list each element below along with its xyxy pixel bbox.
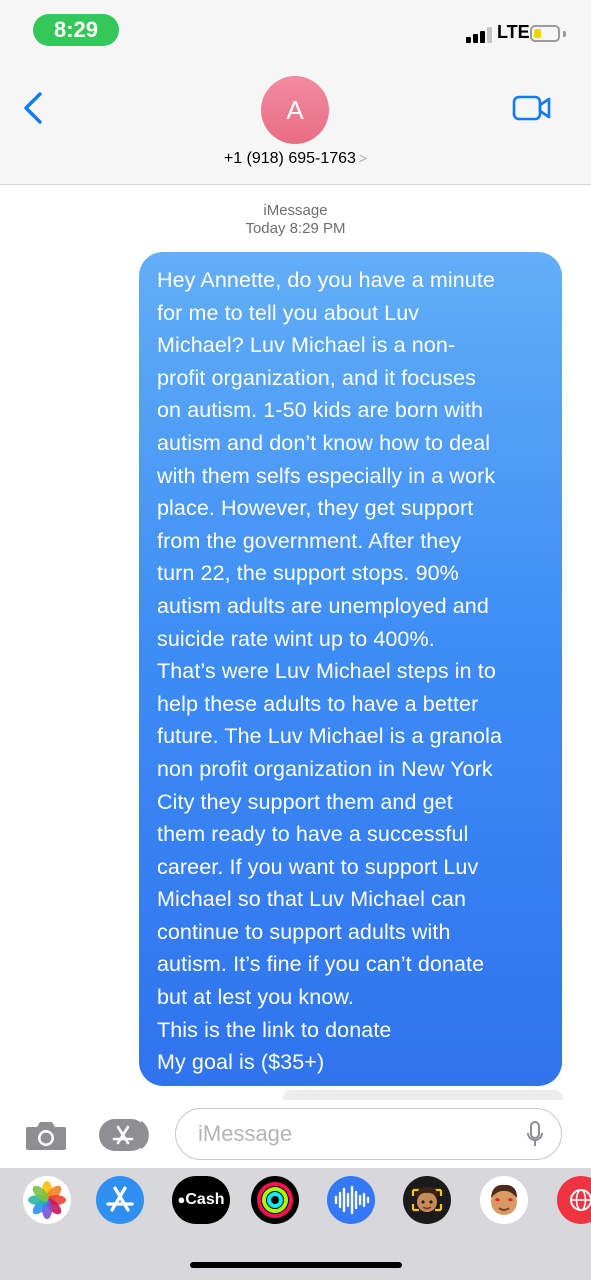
contact-number: +1 (918) 695-1763 [223, 150, 356, 167]
network-type: LTE [497, 22, 530, 42]
message-line: non profit organization in New York [157, 756, 493, 781]
message-line: suicide rate wint up to 400%. [157, 626, 435, 651]
message-line: City they support them and get [157, 789, 453, 814]
message-line: Michael? Luv Michael is a non- [157, 333, 456, 358]
activity-icon[interactable] [251, 1176, 299, 1224]
message-line: My goal is ($35+) [157, 1050, 325, 1075]
home-indicator[interactable] [190, 1262, 402, 1268]
camera-icon [26, 1122, 66, 1150]
message-line: continue to support adults with [157, 919, 451, 944]
web-icon[interactable] [557, 1176, 591, 1224]
contact-avatar[interactable]: A [261, 76, 329, 144]
message-line: Hey Annette, do you have a minute [157, 268, 495, 292]
message-line: on autism. 1-50 kids are born with [157, 398, 484, 423]
message-line: them ready to have a successful [157, 822, 469, 847]
message-line: profit organization, and it focuses [157, 365, 477, 390]
message-line: autism adults are unemployed and [157, 593, 489, 618]
message-line: place. However, they get support [157, 496, 474, 521]
photos-icon[interactable] [23, 1176, 71, 1224]
memoji-icon[interactable] [403, 1176, 451, 1224]
microphone-icon[interactable] [525, 1120, 545, 1150]
battery-icon [530, 25, 560, 42]
facetime-video-button[interactable] [512, 95, 552, 121]
message-line: with them selfs especially in a work [157, 463, 496, 488]
message-input[interactable]: iMessage [175, 1108, 562, 1160]
chevron-left-icon [24, 92, 42, 124]
message-line: That’s were Luv Michael steps in to [157, 659, 496, 684]
apple-cash-icon[interactable]: ●Cash [172, 1176, 230, 1224]
next-message-peek [283, 1090, 563, 1100]
message-line: autism. It’s fine if you can’t donate [157, 952, 485, 977]
service-label: iMessage [263, 202, 328, 219]
message-line: Michael so that Luv Michael can [157, 887, 467, 912]
message-line: career. If you want to support Luv [157, 854, 479, 879]
status-bar: 8:29 LTE [0, 0, 591, 60]
message-line: turn 22, the support stops. 90% [157, 561, 459, 586]
message-line: from the government. After they [157, 528, 462, 553]
message-line: for me to tell you about Luv [157, 300, 420, 325]
app-store-drawer-icon[interactable] [96, 1176, 144, 1224]
message-line: This is the link to donate [157, 1017, 392, 1042]
contact-name-row[interactable]: +1 (918) 695-1763 > [0, 150, 591, 168]
message-line: future. The Luv Michael is a granola [157, 724, 503, 749]
message-line: autism and don’t know how to deal [157, 430, 491, 455]
cash-label: Cash [185, 1191, 225, 1208]
timestamp-label: Today 8:29 PM [245, 220, 346, 237]
app-store-icon [99, 1119, 149, 1151]
signal-strength-icon [466, 27, 492, 43]
audio-message-icon[interactable] [327, 1176, 375, 1224]
battery-cap [563, 31, 566, 37]
message-line: help these adults to have a better [157, 691, 479, 716]
status-time[interactable]: 8:29 [33, 14, 119, 46]
back-button[interactable] [18, 90, 52, 126]
chevron-right-icon: > [358, 150, 368, 166]
video-camera-icon [512, 95, 551, 121]
apps-button[interactable] [98, 1118, 152, 1152]
message-line: but at lest you know. [157, 985, 354, 1010]
message-timestamp: iMessage Today 8:29 PM [0, 202, 591, 238]
camera-button[interactable] [24, 1118, 68, 1152]
outgoing-message-bubble[interactable]: Hey Annette, do you have a minute for me … [139, 252, 562, 1086]
memoji-stickers-icon[interactable] [480, 1176, 528, 1224]
